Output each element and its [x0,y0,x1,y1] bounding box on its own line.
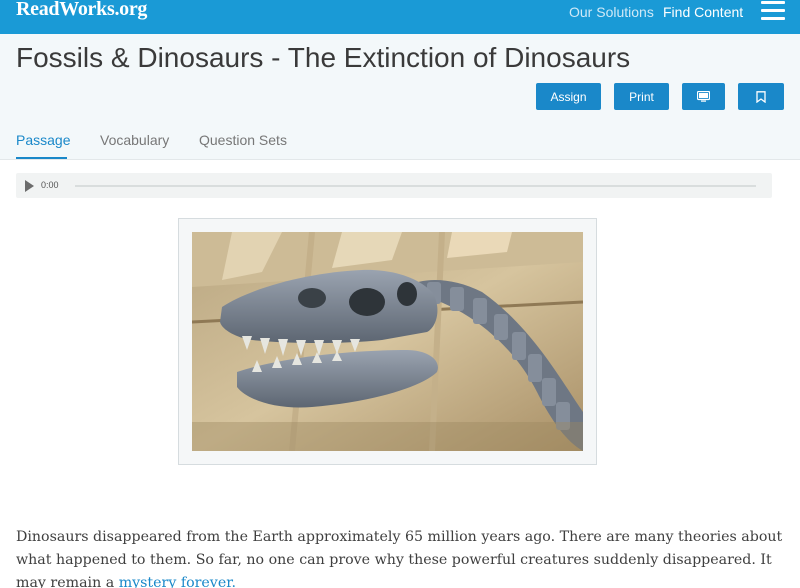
present-button[interactable] [682,83,725,110]
page-title: Fossils & Dinosaurs - The Extinction of … [16,42,631,73]
audio-time: 0:00 [41,180,59,190]
monitor-icon [697,91,710,102]
readworks-logo[interactable]: ReadWorks.org [16,0,147,21]
audio-seek-bar[interactable] [75,185,756,187]
tab-vocabulary[interactable]: Vocabulary [100,132,169,148]
nav-find-content[interactable]: Find Content [663,4,743,20]
top-navbar: ReadWorks.org Our Solutions Find Content [0,0,800,34]
article-header: Fossils & Dinosaurs - The Extinction of … [0,34,800,160]
assign-button[interactable]: Assign [536,83,601,110]
logo-text: ReadWorks [16,0,115,20]
active-tab-indicator [16,157,67,159]
dinosaur-skeleton-photo [192,232,583,451]
audio-player: 0:00 [16,173,772,198]
vocabulary-link-mystery[interactable]: mystery forever. [119,575,236,588]
hamburger-icon[interactable] [761,1,785,21]
logo-tld: .org [114,0,148,20]
passage-text: Dinosaurs disappeared from the Earth app… [16,526,786,588]
tab-question-sets[interactable]: Question Sets [199,132,287,148]
nav-our-solutions[interactable]: Our Solutions [569,4,654,20]
print-button[interactable]: Print [614,83,669,110]
tab-passage[interactable]: Passage [16,132,70,148]
play-icon[interactable] [25,180,34,192]
bookmark-icon [756,90,766,103]
bookmark-button[interactable] [738,83,784,110]
passage-image-frame [178,218,597,465]
